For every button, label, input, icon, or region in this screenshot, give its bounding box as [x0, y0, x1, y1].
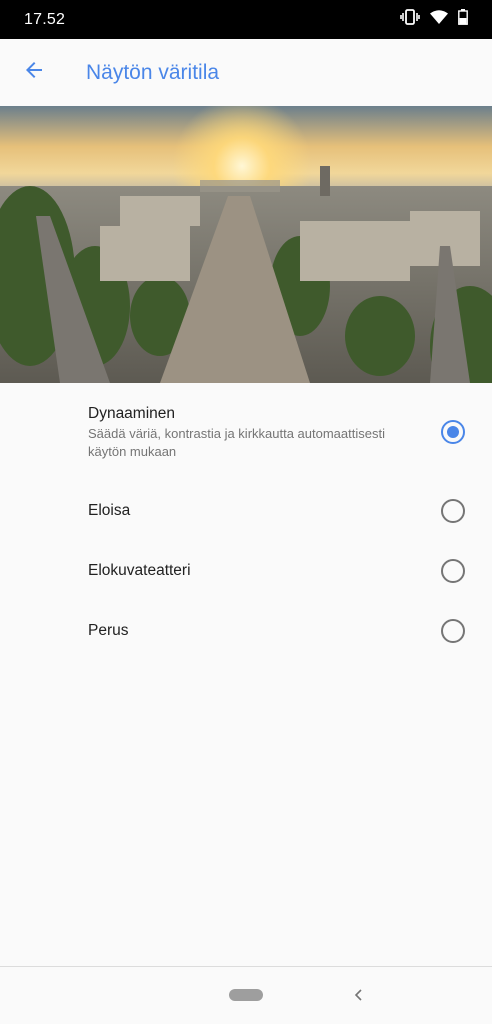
- radio-button[interactable]: [441, 559, 465, 583]
- app-bar: Näytön väritila: [0, 39, 492, 106]
- option-title: Dynaaminen: [88, 405, 176, 422]
- city-sunset-image: [0, 106, 492, 383]
- battery-icon: [458, 9, 468, 30]
- option-dynaaminen[interactable]: Dynaaminen Säädä väriä, kontrastia ja ki…: [0, 383, 492, 481]
- arrow-back-icon: [22, 58, 46, 87]
- nav-back-icon[interactable]: [350, 985, 366, 1005]
- option-perus[interactable]: Perus: [0, 601, 492, 661]
- status-icons: [400, 9, 468, 30]
- radio-button[interactable]: [441, 499, 465, 523]
- vibrate-icon: [400, 9, 420, 30]
- option-eloisa[interactable]: Eloisa: [0, 481, 492, 541]
- option-elokuvateatteri[interactable]: Elokuvateatteri: [0, 541, 492, 601]
- radio-button[interactable]: [441, 619, 465, 643]
- option-summary: Säädä väriä, kontrastia ja kirkkautta au…: [88, 426, 385, 459]
- status-time: 17.52: [24, 10, 66, 28]
- radio-button-selected[interactable]: [441, 420, 465, 444]
- option-title: Perus: [88, 622, 129, 639]
- option-title: Elokuvateatteri: [88, 562, 191, 579]
- wifi-icon: [430, 10, 448, 29]
- status-bar: 17.52: [0, 0, 492, 39]
- home-pill-button[interactable]: [229, 989, 263, 1001]
- back-button[interactable]: [6, 45, 62, 101]
- option-title: Eloisa: [88, 502, 131, 519]
- color-mode-options: Dynaaminen Säädä väriä, kontrastia ja ki…: [0, 383, 492, 661]
- page-title: Näytön väritila: [86, 60, 220, 84]
- navigation-bar: [0, 966, 492, 1024]
